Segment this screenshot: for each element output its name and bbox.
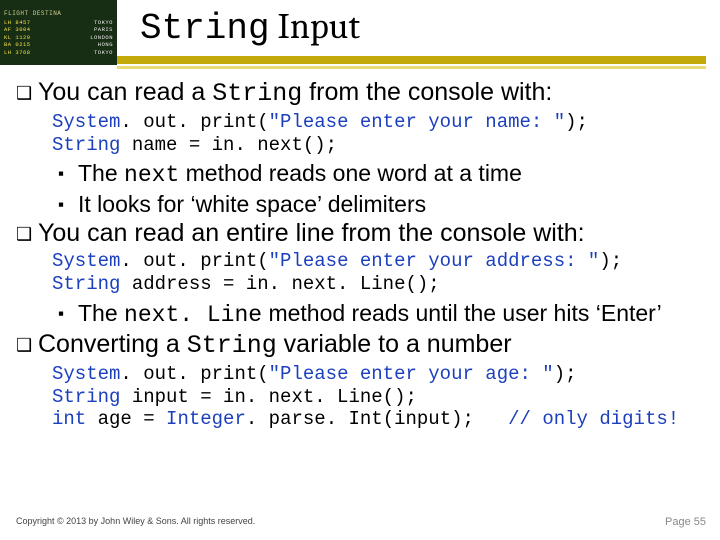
bullet-level-1: ▪The next method reads one word at a tim… [58, 160, 706, 188]
bullet-text: The next. Line method reads until the us… [78, 300, 662, 328]
bullet-text: You can read a String from the console w… [38, 78, 552, 109]
thumb-row: LH 3768TOKYO [4, 50, 113, 56]
bullet-marker: ▪ [58, 300, 78, 324]
divider-thick [117, 56, 706, 64]
bullet-level-0: ❑You can read an entire line from the co… [16, 219, 706, 248]
copyright: Copyright © 2013 by John Wiley & Sons. A… [16, 516, 255, 526]
page-number: Page 55 [665, 516, 706, 528]
bullet-text: The next method reads one word at a time [78, 160, 522, 188]
code-block: System. out. print("Please enter your ag… [52, 363, 706, 431]
slide-body: ❑You can read a String from the console … [16, 78, 706, 435]
bullet-marker: ❑ [16, 78, 38, 104]
bullet-level-1: ▪The next. Line method reads until the u… [58, 300, 706, 328]
bullet-text: You can read an entire line from the con… [38, 219, 585, 248]
bullet-marker: ❑ [16, 330, 38, 356]
thumb-row: KL 1129LONDON [4, 35, 113, 41]
corner-image: FLIGHT DESTINA LH 8457TOKYO AF 3004PARIS… [0, 0, 117, 65]
divider-thin [117, 66, 706, 69]
thumb-heading: FLIGHT DESTINA [4, 10, 113, 17]
bullet-text: Converting a String variable to a number [38, 330, 512, 361]
thumb-row: AF 3004PARIS [4, 27, 113, 33]
bullet-marker: ❑ [16, 219, 38, 245]
code-block: System. out. print("Please enter your ad… [52, 250, 706, 296]
bullet-level-0: ❑You can read a String from the console … [16, 78, 706, 109]
code-block: System. out. print("Please enter your na… [52, 111, 706, 157]
bullet-marker: ▪ [58, 191, 78, 215]
bullet-level-0: ❑Converting a String variable to a numbe… [16, 330, 706, 361]
thumb-row: LH 8457TOKYO [4, 20, 113, 26]
slide: FLIGHT DESTINA LH 8457TOKYO AF 3004PARIS… [0, 0, 720, 540]
bullet-level-1: ▪It looks for ‘white space’ delimiters [58, 191, 706, 217]
thumb-row: BA 0215HONG [4, 42, 113, 48]
bullet-marker: ▪ [58, 160, 78, 184]
bullet-text: It looks for ‘white space’ delimiters [78, 191, 426, 217]
slide-title: String Input [140, 6, 360, 49]
